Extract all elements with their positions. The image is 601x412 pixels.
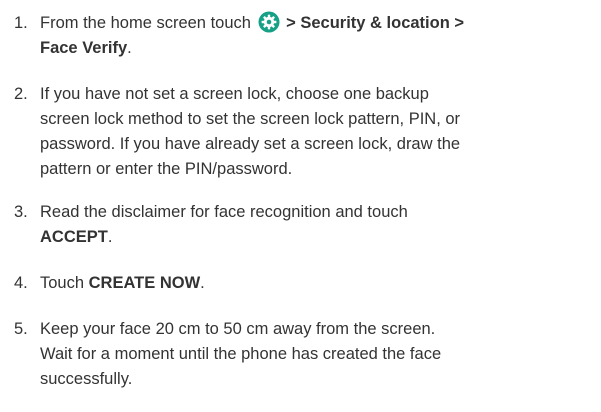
step-line: Face Verify. bbox=[40, 36, 595, 61]
step-text-suffix: . bbox=[127, 39, 132, 57]
step-line: From the home screen touch > Security & … bbox=[40, 11, 595, 36]
step-text: Keep your face 20 cm to 50 cm away from … bbox=[40, 317, 595, 392]
step-text-suffix: . bbox=[107, 228, 113, 246]
step-line: Wait for a moment until the phone has cr… bbox=[40, 345, 442, 363]
step-line: successfully. bbox=[40, 370, 133, 388]
button-name-text: CREATE NOW bbox=[88, 274, 201, 292]
step-line: Read the disclaimer for face recognition… bbox=[40, 203, 408, 221]
button-name-text: ACCEPT bbox=[40, 228, 108, 246]
menu-path-text: Face Verify bbox=[40, 39, 128, 57]
step-text-suffix: . bbox=[200, 274, 205, 292]
step-text: If you have not set a screen lock, choos… bbox=[40, 82, 595, 182]
step-number: 2. bbox=[14, 85, 28, 103]
step-number: 5. bbox=[14, 320, 28, 338]
step-number: 4. bbox=[14, 274, 28, 292]
step-text: Read the disclaimer for face recognition… bbox=[40, 200, 595, 250]
step-text: Touch CREATE NOW. bbox=[40, 271, 595, 296]
step-line: ACCEPT. bbox=[40, 225, 595, 250]
settings-gear-icon bbox=[258, 11, 280, 33]
instruction-list: 1. From the home screen touch > Security… bbox=[0, 0, 601, 412]
step-text: From the home screen touch > Security & … bbox=[40, 11, 595, 61]
step-number: 1. bbox=[14, 14, 28, 32]
step-line: Keep your face 20 cm to 50 cm away from … bbox=[40, 320, 436, 338]
step-line: screen lock method to set the screen loc… bbox=[40, 110, 461, 128]
step-text-prefix: Touch bbox=[40, 274, 89, 292]
step-line: If you have not set a screen lock, choos… bbox=[40, 85, 429, 103]
step-line: Touch CREATE NOW. bbox=[40, 271, 595, 296]
step-number: 3. bbox=[14, 203, 28, 221]
step-text-prefix: From the home screen touch bbox=[40, 14, 251, 32]
step-line: password. If you have already set a scre… bbox=[40, 135, 461, 153]
menu-path-text: > Security & location > bbox=[286, 14, 465, 32]
step-line: pattern or enter the PIN/password. bbox=[40, 160, 293, 178]
